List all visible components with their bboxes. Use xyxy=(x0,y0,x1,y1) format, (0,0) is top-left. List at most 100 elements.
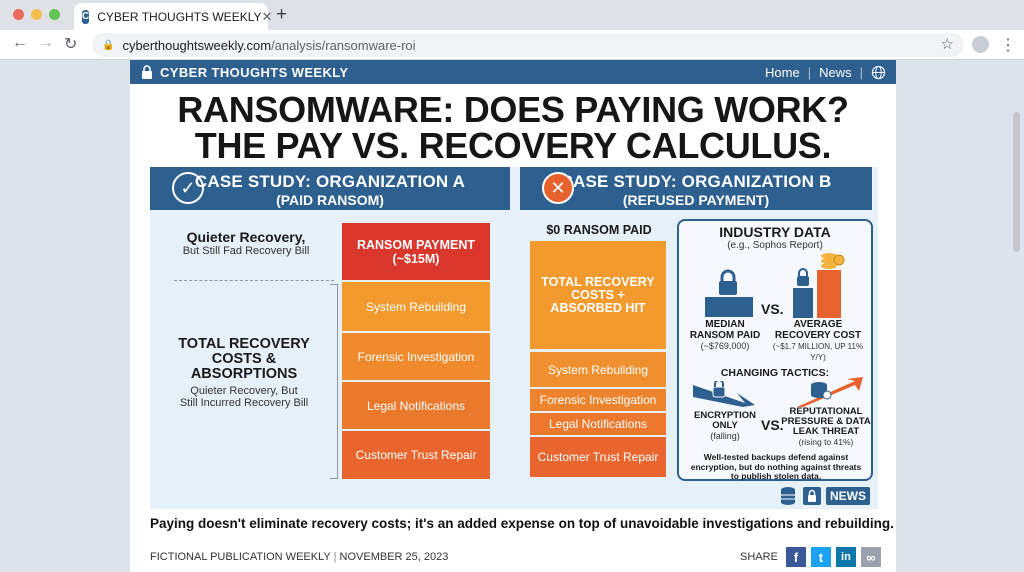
tab-title: CYBER THOUGHTS WEEKLY xyxy=(97,9,262,24)
median-label: MEDIAN RANSOM PAID (~$769,000) xyxy=(683,319,767,352)
total-block-line: TOTAL RECOVERY xyxy=(541,274,655,289)
headline-line-2: THE PAY VS. RECOVERY CALCULUS. xyxy=(194,125,832,166)
org-a-total-label: TOTAL RECOVERY COSTS & ABSORPTIONS Quiet… xyxy=(158,337,330,410)
org-b-block-system: System Rebuilding xyxy=(530,352,666,387)
average-label-line: RECOVERY COST xyxy=(774,330,862,341)
org-a-title: CASE STUDY: ORGANIZATION A xyxy=(194,172,466,191)
org-a-block-system: System Rebuilding xyxy=(342,282,490,331)
url-domain: cyberthoughtsweekly.com xyxy=(122,37,272,53)
total-block-line: ABSORBED HIT xyxy=(550,300,646,315)
globe-icon[interactable] xyxy=(871,65,886,80)
total-block-line: COSTS + xyxy=(571,287,625,302)
org-a-subtitle: (PAID RANSOM) xyxy=(276,192,384,208)
lock-badge-icon xyxy=(803,487,821,505)
padlock-icon xyxy=(142,65,152,79)
favicon-icon: C xyxy=(82,9,90,24)
x-circle-icon: ✕ xyxy=(542,172,574,204)
average-value: (~$1.7 MILLION, UP 11% Y/Y) xyxy=(772,342,864,362)
forward-arrow-icon[interactable]: → xyxy=(38,34,54,52)
encryption-label-line: ONLY xyxy=(712,420,738,431)
bookmark-star-icon[interactable]: ☆ xyxy=(941,35,954,53)
org-a-total-title: TOTAL RECOVERY COSTS & ABSORPTIONS xyxy=(158,337,330,382)
org-a-total-title-line: COSTS & xyxy=(211,351,277,367)
dashed-divider xyxy=(174,280,334,281)
browser-toolbar: ← → ↻ 🔒 cyberthoughtsweekly.com/analysis… xyxy=(0,30,1024,60)
org-b-zero-paid: $0 RANSOM PAID xyxy=(546,223,652,237)
facebook-icon[interactable]: f xyxy=(785,547,806,567)
database-icon xyxy=(781,487,795,505)
window-maximize-button[interactable] xyxy=(49,9,60,20)
nav-separator: | xyxy=(859,64,863,80)
org-a-total-sub: Quieter Recovery, But Still Incurred Rec… xyxy=(158,385,330,409)
org-a-block-trust: Customer Trust Repair xyxy=(342,431,490,479)
vs-label: VS. xyxy=(761,301,784,317)
checkmark-icon: ✓ xyxy=(172,172,204,204)
average-recovery-bar-icon xyxy=(793,253,845,318)
back-arrow-icon[interactable]: ← xyxy=(12,34,28,52)
industry-data-panel: INDUSTRY DATA (e.g., Sophos Report) VS. xyxy=(677,219,873,481)
nav-news-link[interactable]: News xyxy=(819,65,852,80)
url-text: cyberthoughtsweekly.com/analysis/ransomw… xyxy=(122,38,415,53)
backup-note-line: to publish stolen data. xyxy=(730,471,822,481)
infographic: ✓ CASE STUDY: ORGANIZATION A (PAID RANSO… xyxy=(150,167,878,509)
industry-title: INDUSTRY DATA xyxy=(719,224,831,240)
org-b-block-trust: Customer Trust Repair xyxy=(530,437,666,477)
org-a-ransom-block: RANSOM PAYMENT (~$15M) xyxy=(342,223,490,280)
window-close-button[interactable] xyxy=(13,9,24,20)
org-b-block-legal: Legal Notifications xyxy=(530,413,666,435)
backup-note: Well-tested backups defend against encry… xyxy=(683,452,869,482)
org-b-header: ✕ CASE STUDY: ORGANIZATION B (REFUSED PA… xyxy=(520,167,872,210)
org-b-subtitle: (REFUSED PAYMENT) xyxy=(622,192,770,208)
reputation-sub: (rising to 41%) xyxy=(798,437,854,447)
nav-home-link[interactable]: Home xyxy=(765,65,800,80)
ransom-block-line: (~$15M) xyxy=(392,251,440,266)
browser-tab-bar: C CYBER THOUGHTS WEEKLY ✕ + xyxy=(0,0,1024,30)
share-bar: SHARE f t in ∞ xyxy=(740,547,881,567)
encryption-label: ENCRYPTION ONLY (falling) xyxy=(685,411,765,442)
encryption-sub: (falling) xyxy=(710,431,740,441)
org-a-block-forensic: Forensic Investigation xyxy=(342,333,490,380)
reputation-label: REPUTATIONAL PRESSURE & DATA LEAK THREAT… xyxy=(781,407,871,448)
median-value: (~$769,000) xyxy=(700,341,750,351)
byline-publication: FICTIONAL PUBLICATION WEEKLY xyxy=(150,551,331,563)
org-a-quiet-label: Quieter Recovery, But Still Fad Recovery… xyxy=(160,229,332,257)
org-b-block-forensic: Forensic Investigation xyxy=(530,389,666,411)
byline-date: NOVEMBER 25, 2023 xyxy=(339,551,449,563)
share-label: SHARE xyxy=(740,551,778,563)
reputation-label-line: LEAK THREAT xyxy=(792,426,860,437)
site-header: CYBER THOUGHTS WEEKLY Home | News | xyxy=(130,60,896,84)
bracket xyxy=(330,284,338,479)
article-headline: RANSOMWARE: DOES PAYING WORK? THE PAY VS… xyxy=(130,92,896,164)
encryption-falling-icon xyxy=(693,381,755,407)
twitter-icon[interactable]: t xyxy=(810,547,831,567)
new-tab-icon[interactable]: + xyxy=(276,4,287,26)
leak-threat-rising-icon xyxy=(797,377,863,407)
address-bar[interactable]: 🔒 cyberthoughtsweekly.com/analysis/ranso… xyxy=(92,33,964,57)
window-minimize-button[interactable] xyxy=(31,9,42,20)
org-a-block-legal: Legal Notifications xyxy=(342,382,490,429)
article-summary: Paying doesn't eliminate recovery costs;… xyxy=(150,516,894,531)
site-nav: Home | News | xyxy=(765,65,886,80)
byline: FICTIONAL PUBLICATION WEEKLY | NOVEMBER … xyxy=(150,551,448,563)
linkedin-icon[interactable]: in xyxy=(835,547,856,567)
org-a-quiet-sub: But Still Fad Recovery Bill xyxy=(182,245,310,257)
reload-icon[interactable]: ↻ xyxy=(64,34,77,54)
median-ransom-bar-icon xyxy=(705,269,753,317)
page-scrollbar[interactable] xyxy=(1013,112,1020,252)
org-a-quiet-title: Quieter Recovery, xyxy=(186,229,306,245)
site-name: CYBER THOUGHTS WEEKLY xyxy=(160,64,349,80)
profile-avatar[interactable] xyxy=(972,36,989,53)
browser-menu-icon[interactable]: ⋮ xyxy=(1000,35,1016,55)
median-label-line: RANSOM PAID xyxy=(689,330,761,341)
ransom-block-line: RANSOM PAYMENT xyxy=(356,237,476,252)
average-label: AVERAGE RECOVERY COST (~$1.7 MILLION, UP… xyxy=(765,319,871,363)
link-icon[interactable]: ∞ xyxy=(860,547,881,567)
close-tab-icon[interactable]: ✕ xyxy=(261,9,272,25)
browser-tab[interactable]: C CYBER THOUGHTS WEEKLY ✕ xyxy=(74,3,272,30)
average-label-line: AVERAGE xyxy=(793,319,843,330)
site-info-lock-icon[interactable]: 🔒 xyxy=(102,40,114,51)
headline-line-1: RANSOMWARE: DOES PAYING WORK? xyxy=(177,89,849,130)
org-a-total-title-line: ABSORPTIONS xyxy=(190,366,298,382)
org-a-total-sub-line: Still Incurred Recovery Bill xyxy=(179,397,309,409)
org-a-total-title-line: TOTAL RECOVERY xyxy=(178,336,310,352)
